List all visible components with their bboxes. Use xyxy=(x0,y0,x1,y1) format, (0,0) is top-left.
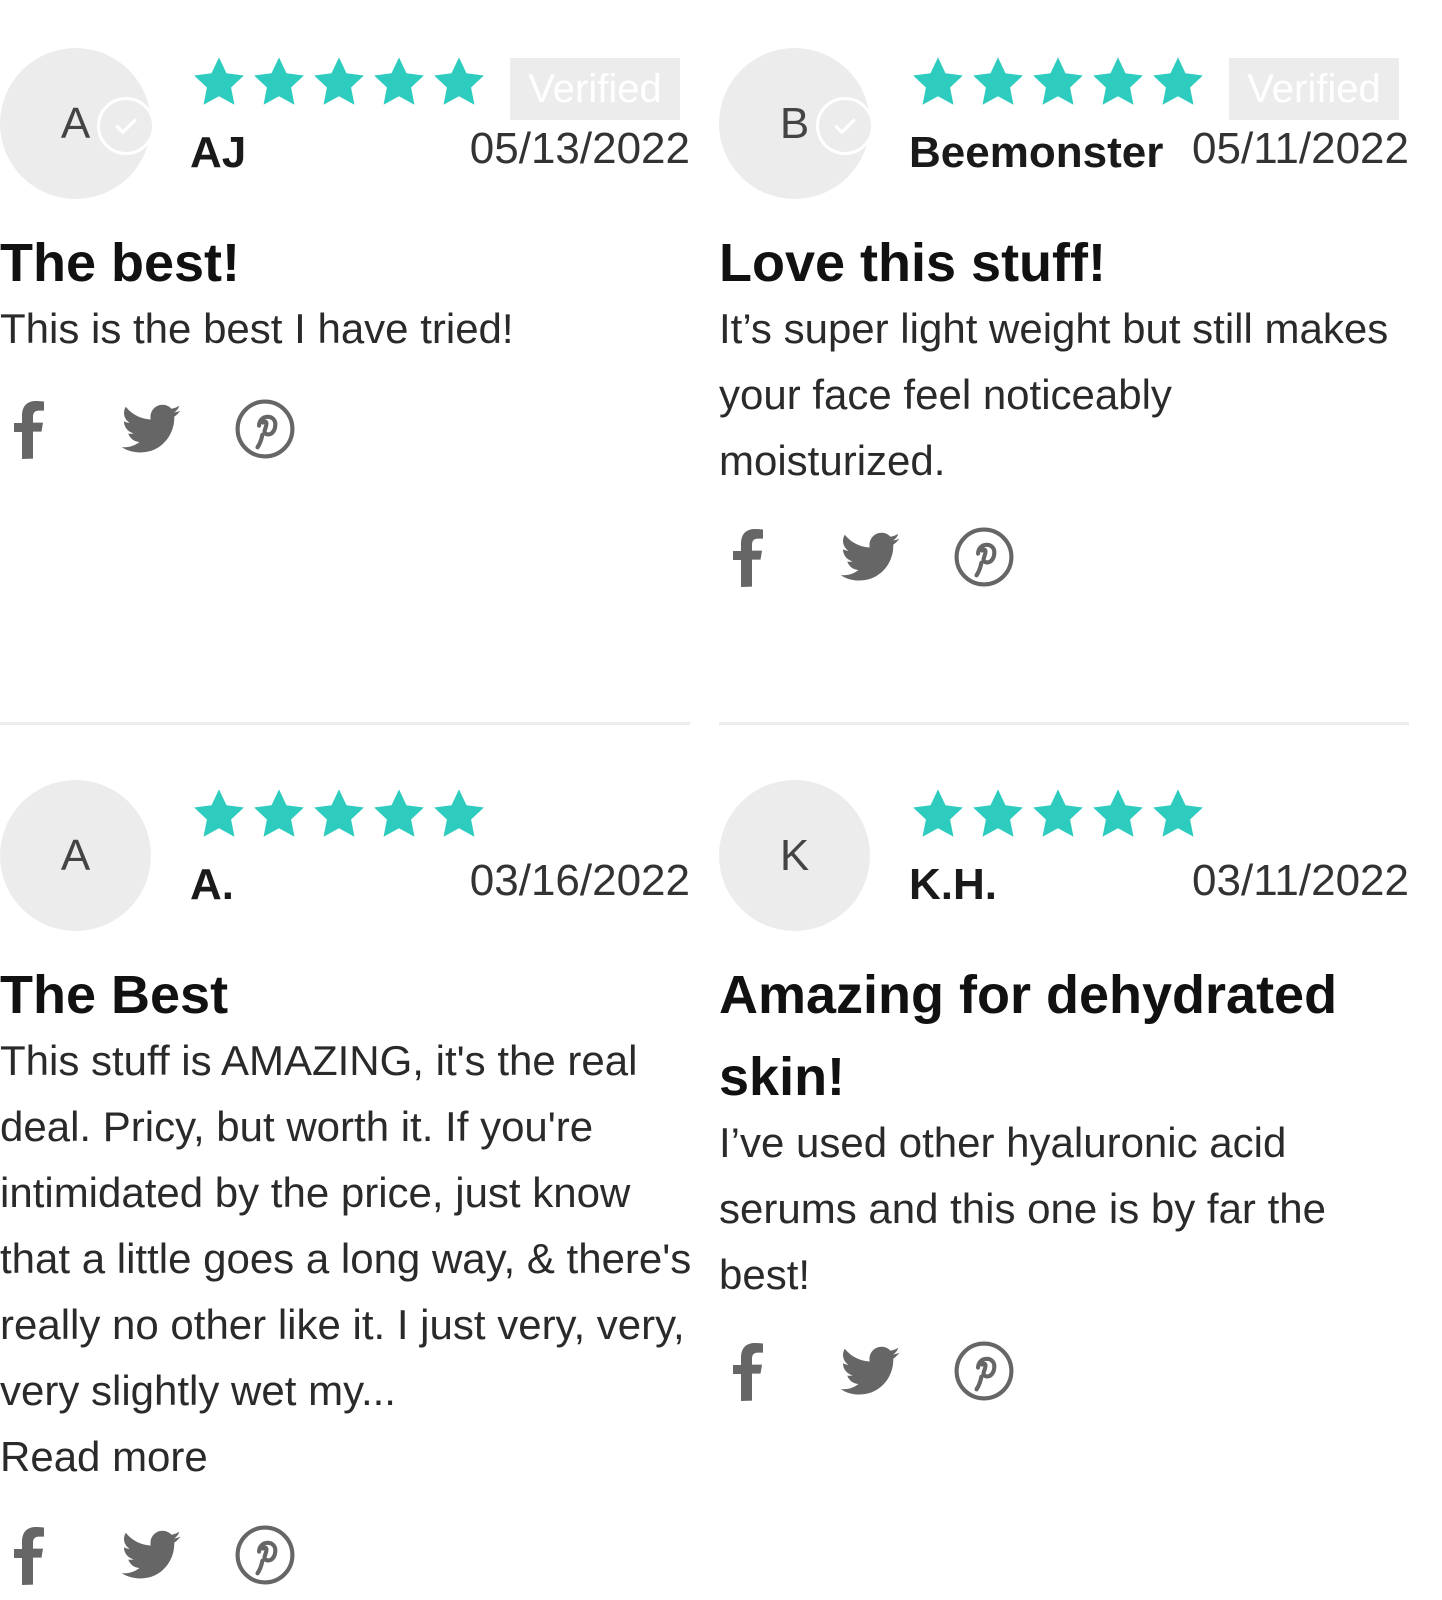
star-icon xyxy=(190,53,248,111)
review-divider xyxy=(0,722,690,725)
reviewer-name: AJ xyxy=(190,128,247,177)
star-icon xyxy=(1089,785,1147,843)
twitter-icon[interactable] xyxy=(841,1341,901,1401)
avatar-letter: A xyxy=(60,830,91,880)
verified-check-icon xyxy=(816,97,874,155)
review-date: 03/11/2022 xyxy=(1192,856,1409,905)
review-body: This stuff is AMAZING, it's the real dea… xyxy=(0,1037,692,1414)
star-icon xyxy=(370,53,428,111)
review-title: The best! xyxy=(0,233,241,293)
review-title: The Best xyxy=(0,965,229,1025)
star-icon xyxy=(1149,53,1207,111)
star-icon xyxy=(1089,53,1147,111)
star-icon xyxy=(969,53,1027,111)
review-body-container: This stuff is AMAZING, it's the real dea… xyxy=(0,1028,700,1490)
star-icon xyxy=(310,785,368,843)
review-body: It’s super light weight but still makes … xyxy=(719,305,1389,484)
pinterest-icon[interactable] xyxy=(234,398,296,460)
avatar-letter: A xyxy=(60,98,91,148)
review-title: Love this stuff! xyxy=(719,233,1106,293)
star-icon xyxy=(310,53,368,111)
review-body: This is the best I have tried! xyxy=(0,305,514,352)
star-rating xyxy=(909,785,1207,843)
share-buttons xyxy=(0,1524,296,1586)
star-rating xyxy=(909,53,1207,111)
twitter-icon[interactable] xyxy=(841,527,901,587)
avatar: A xyxy=(0,780,151,931)
avatar: K xyxy=(719,780,870,931)
review-date: 05/11/2022 xyxy=(1192,124,1409,173)
share-buttons xyxy=(0,398,296,460)
pinterest-icon[interactable] xyxy=(953,526,1015,588)
star-icon xyxy=(430,53,488,111)
star-icon xyxy=(430,785,488,843)
star-rating xyxy=(190,785,488,843)
star-icon xyxy=(190,785,248,843)
share-buttons xyxy=(719,526,1015,588)
read-more-link[interactable]: Read more xyxy=(0,1424,700,1490)
twitter-icon[interactable] xyxy=(122,399,182,459)
avatar-letter: B xyxy=(779,98,810,148)
pinterest-icon[interactable] xyxy=(234,1524,296,1586)
facebook-icon[interactable] xyxy=(727,527,767,587)
pinterest-icon[interactable] xyxy=(953,1340,1015,1402)
facebook-icon[interactable] xyxy=(727,1341,767,1401)
review-body: I’ve used other hyaluronic acid serums a… xyxy=(719,1119,1326,1298)
review-divider xyxy=(719,722,1409,725)
verified-badge: Verified xyxy=(510,58,680,120)
twitter-icon[interactable] xyxy=(122,1525,182,1585)
star-icon xyxy=(250,53,308,111)
star-icon xyxy=(969,785,1027,843)
avatar-letter: K xyxy=(779,830,810,880)
star-icon xyxy=(909,53,967,111)
star-icon xyxy=(370,785,428,843)
star-icon xyxy=(909,785,967,843)
verified-badge: Verified xyxy=(1229,58,1399,120)
review-date: 03/16/2022 xyxy=(469,856,690,905)
star-icon xyxy=(1029,785,1087,843)
star-icon xyxy=(250,785,308,843)
reviewer-name: A. xyxy=(190,860,234,909)
review-title: Amazing for dehydrated skin! xyxy=(719,965,1338,1107)
reviewer-name: Beemonster xyxy=(909,128,1164,177)
facebook-icon[interactable] xyxy=(8,1525,48,1585)
star-rating xyxy=(190,53,488,111)
star-icon xyxy=(1149,785,1207,843)
share-buttons xyxy=(719,1340,1015,1402)
verified-check-icon xyxy=(97,97,155,155)
reviewer-name: K.H. xyxy=(909,860,997,909)
facebook-icon[interactable] xyxy=(8,399,48,459)
review-date: 05/13/2022 xyxy=(469,124,690,173)
star-icon xyxy=(1029,53,1087,111)
